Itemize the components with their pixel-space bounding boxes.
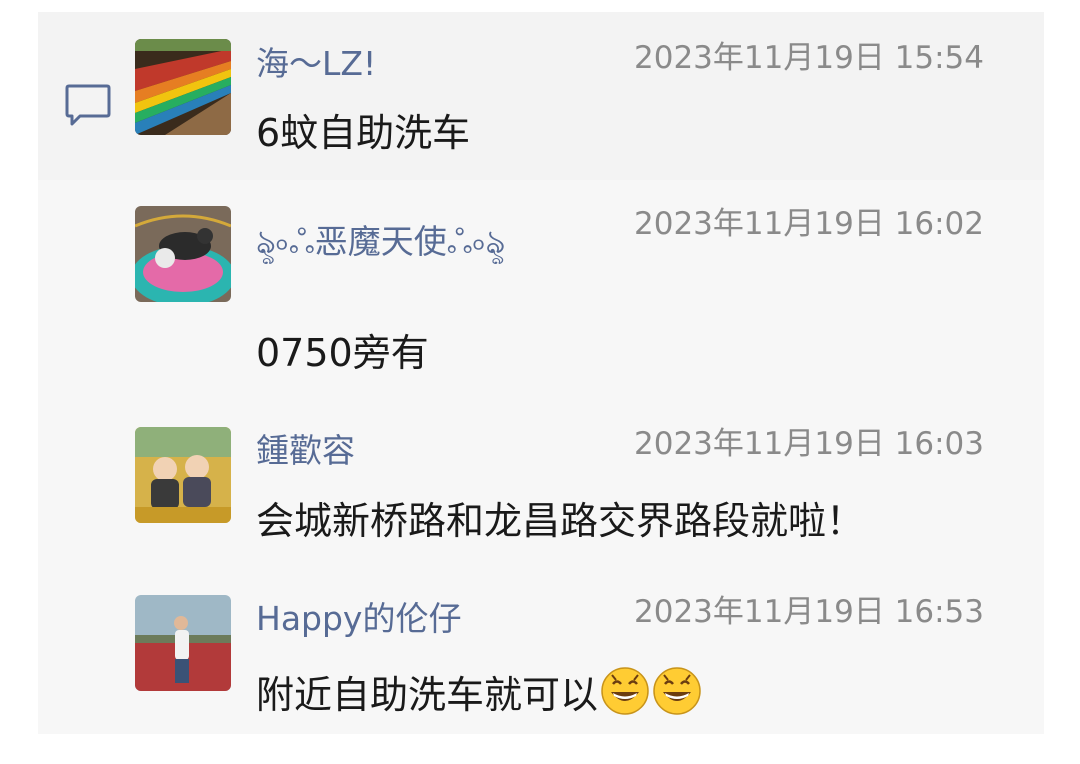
avatar[interactable] xyxy=(135,427,231,523)
comment-text: 6蚊自助洗车 xyxy=(256,111,471,155)
avatar[interactable] xyxy=(135,206,231,302)
commenter-name[interactable]: ৡ৹ஃ恶魔天使ஃ৹ৡ xyxy=(256,222,505,262)
comments-panel: 海～LZ! 2023年11月19日 15:54 6蚊自助洗车 ৡ৹ஃ恶魔天使ஃ৹… xyxy=(38,12,1044,734)
comment-text: 会城新桥路和龙昌路交界路段就啦！ xyxy=(256,499,865,543)
grinning-face-emoji-icon xyxy=(601,667,649,715)
comment-text: 附近自助洗车就可以 xyxy=(256,666,702,718)
comment-icon xyxy=(65,84,111,126)
commenter-name[interactable]: 海～LZ! xyxy=(256,44,376,84)
avatar[interactable] xyxy=(135,39,231,135)
grinning-face-emoji-icon xyxy=(653,667,701,715)
comment-time: 2023年11月19日 16:03 xyxy=(634,426,984,462)
comment-time: 2023年11月19日 15:54 xyxy=(634,40,984,76)
avatar[interactable] xyxy=(135,595,231,691)
comment-time: 2023年11月19日 16:53 xyxy=(634,594,984,630)
comment-time: 2023年11月19日 16:02 xyxy=(634,206,984,242)
comment-text: 0750旁有 xyxy=(256,331,429,375)
commenter-name[interactable]: Happy的伦仔 xyxy=(256,599,461,639)
comment-text-content: 附近自助洗车就可以 xyxy=(256,673,599,717)
commenter-name[interactable]: 鍾歡容 xyxy=(256,431,355,471)
